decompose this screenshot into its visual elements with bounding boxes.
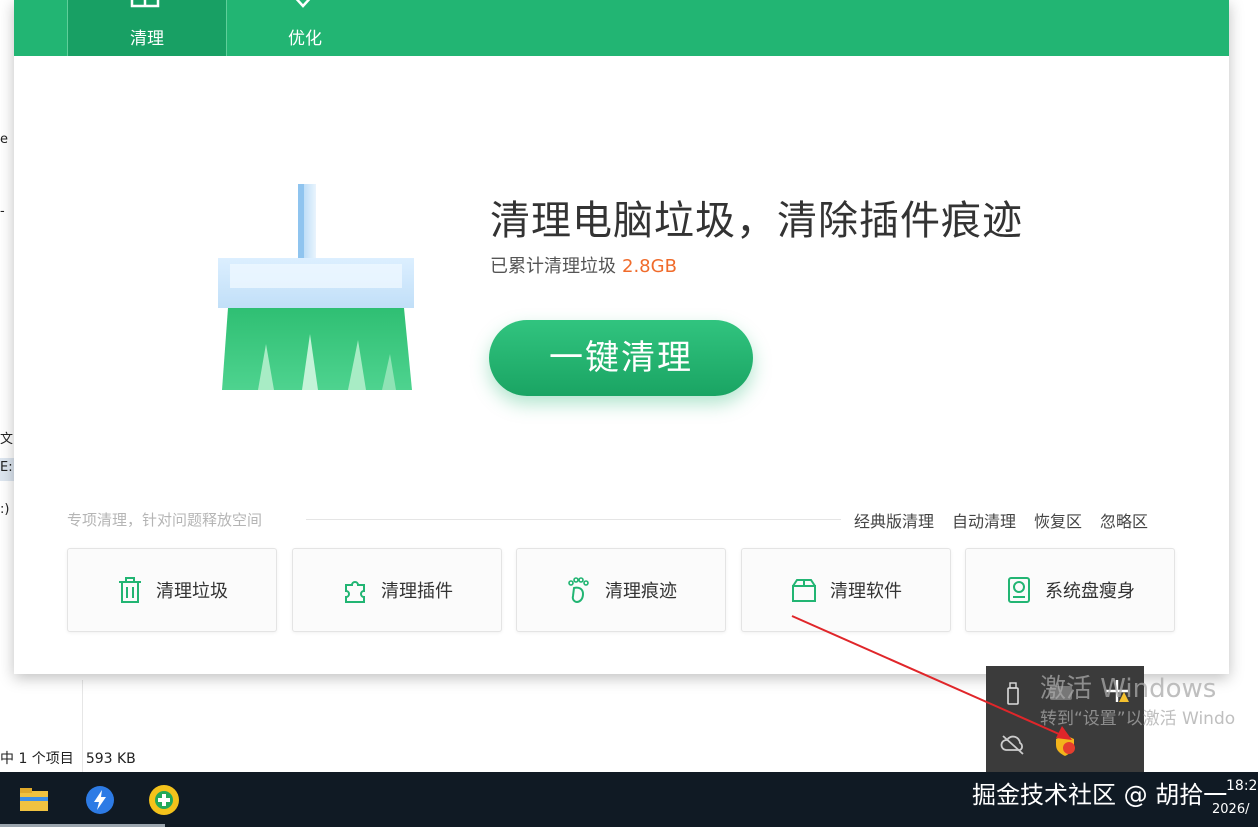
clean-junk-card[interactable]: 清理垃圾 [67, 548, 277, 632]
cleaner-taskbar-button[interactable] [144, 780, 184, 820]
trash-icon [119, 577, 141, 603]
system-disk-slim-label: 系统盘瘦身 [1045, 581, 1135, 602]
folder-icon [20, 788, 48, 811]
cleaned-total-value: 2.8GB [622, 256, 677, 277]
restore-area-link[interactable]: 恢复区 [1034, 512, 1082, 531]
clean-traces-card[interactable]: 清理痕迹 [516, 548, 726, 632]
tab-clean-label: 清理 [130, 29, 164, 49]
windows-activation-subtitle: 转到“设置”以激活 Windo [1040, 709, 1236, 729]
clean-plugins-label: 清理插件 [381, 581, 453, 602]
optimize-tab-icon [295, 0, 311, 8]
tab-clean[interactable]: 清理 [67, 0, 227, 56]
explorer-status-bar: 中 1 个项目 593 KB [0, 748, 148, 768]
clean-software-label: 清理软件 [830, 581, 902, 602]
clean-plugins-card[interactable]: 清理插件 [292, 548, 502, 632]
tab-optimize[interactable]: 优化 [226, 0, 384, 56]
section-divider [306, 519, 841, 520]
disk-icon [1008, 577, 1030, 603]
clock-time[interactable]: 18:2 [1226, 778, 1257, 794]
cleaned-total: 已累计清理垃圾 2.8GB [490, 252, 677, 278]
classic-clean-link[interactable]: 经典版清理 [854, 512, 934, 531]
mode-links: 经典版清理 自动清理 恢复区 忽略区 [854, 508, 1148, 532]
clean-tab-icon [130, 0, 160, 8]
footprint-icon [568, 577, 589, 604]
system-disk-slim-card[interactable]: 系统盘瘦身 [965, 548, 1175, 632]
cloud-off-icon[interactable] [1000, 732, 1026, 758]
clean-junk-label: 清理垃圾 [156, 581, 228, 602]
status-size: 593 KB [85, 751, 136, 767]
tab-bar: 清理 优化 [14, 0, 1229, 56]
tab-optimize-label: 优化 [288, 29, 322, 49]
broom-illustration [218, 184, 414, 390]
shield-tray-icon[interactable] [1052, 732, 1078, 758]
background-text-fragment: e [0, 132, 8, 147]
windows-activation-title: 激活 Windows [1040, 674, 1217, 704]
cleaner-app-window: 清理 优化 清理电脑垃圾，清除插件痕迹 已累计清理垃圾 2.8GB 一键清理 专… [14, 0, 1229, 674]
site-watermark: 掘金技术社区 @ 胡拾一 [972, 781, 1228, 809]
headline: 清理电脑垃圾，清除插件痕迹 [490, 198, 1023, 244]
puzzle-icon [345, 581, 365, 603]
section-caption: 专项清理，针对问题释放空间 [67, 511, 263, 529]
clean-software-card[interactable]: 清理软件 [741, 548, 951, 632]
one-click-clean-button[interactable]: 一键清理 [489, 320, 753, 396]
box-icon [792, 579, 816, 602]
ignore-area-link[interactable]: 忽略区 [1100, 512, 1148, 531]
app-taskbar-button[interactable] [80, 780, 120, 820]
cleaned-total-label: 已累计清理垃圾 [490, 256, 616, 277]
auto-clean-link[interactable]: 自动清理 [952, 512, 1016, 531]
file-explorer-taskbar-button[interactable] [14, 780, 54, 820]
clean-traces-label: 清理痕迹 [605, 581, 677, 602]
background-drive-item[interactable]: E: [0, 458, 15, 481]
background-text-fragment: - [0, 204, 5, 219]
lightning-icon [86, 786, 114, 814]
status-selected-count: 中 1 个项目 [0, 751, 74, 767]
usb-drive-icon[interactable] [1000, 680, 1026, 706]
clock-date[interactable]: 2026/ [1212, 802, 1249, 817]
security-app-icon [149, 785, 179, 815]
background-drive-item[interactable]: :) [0, 502, 9, 517]
